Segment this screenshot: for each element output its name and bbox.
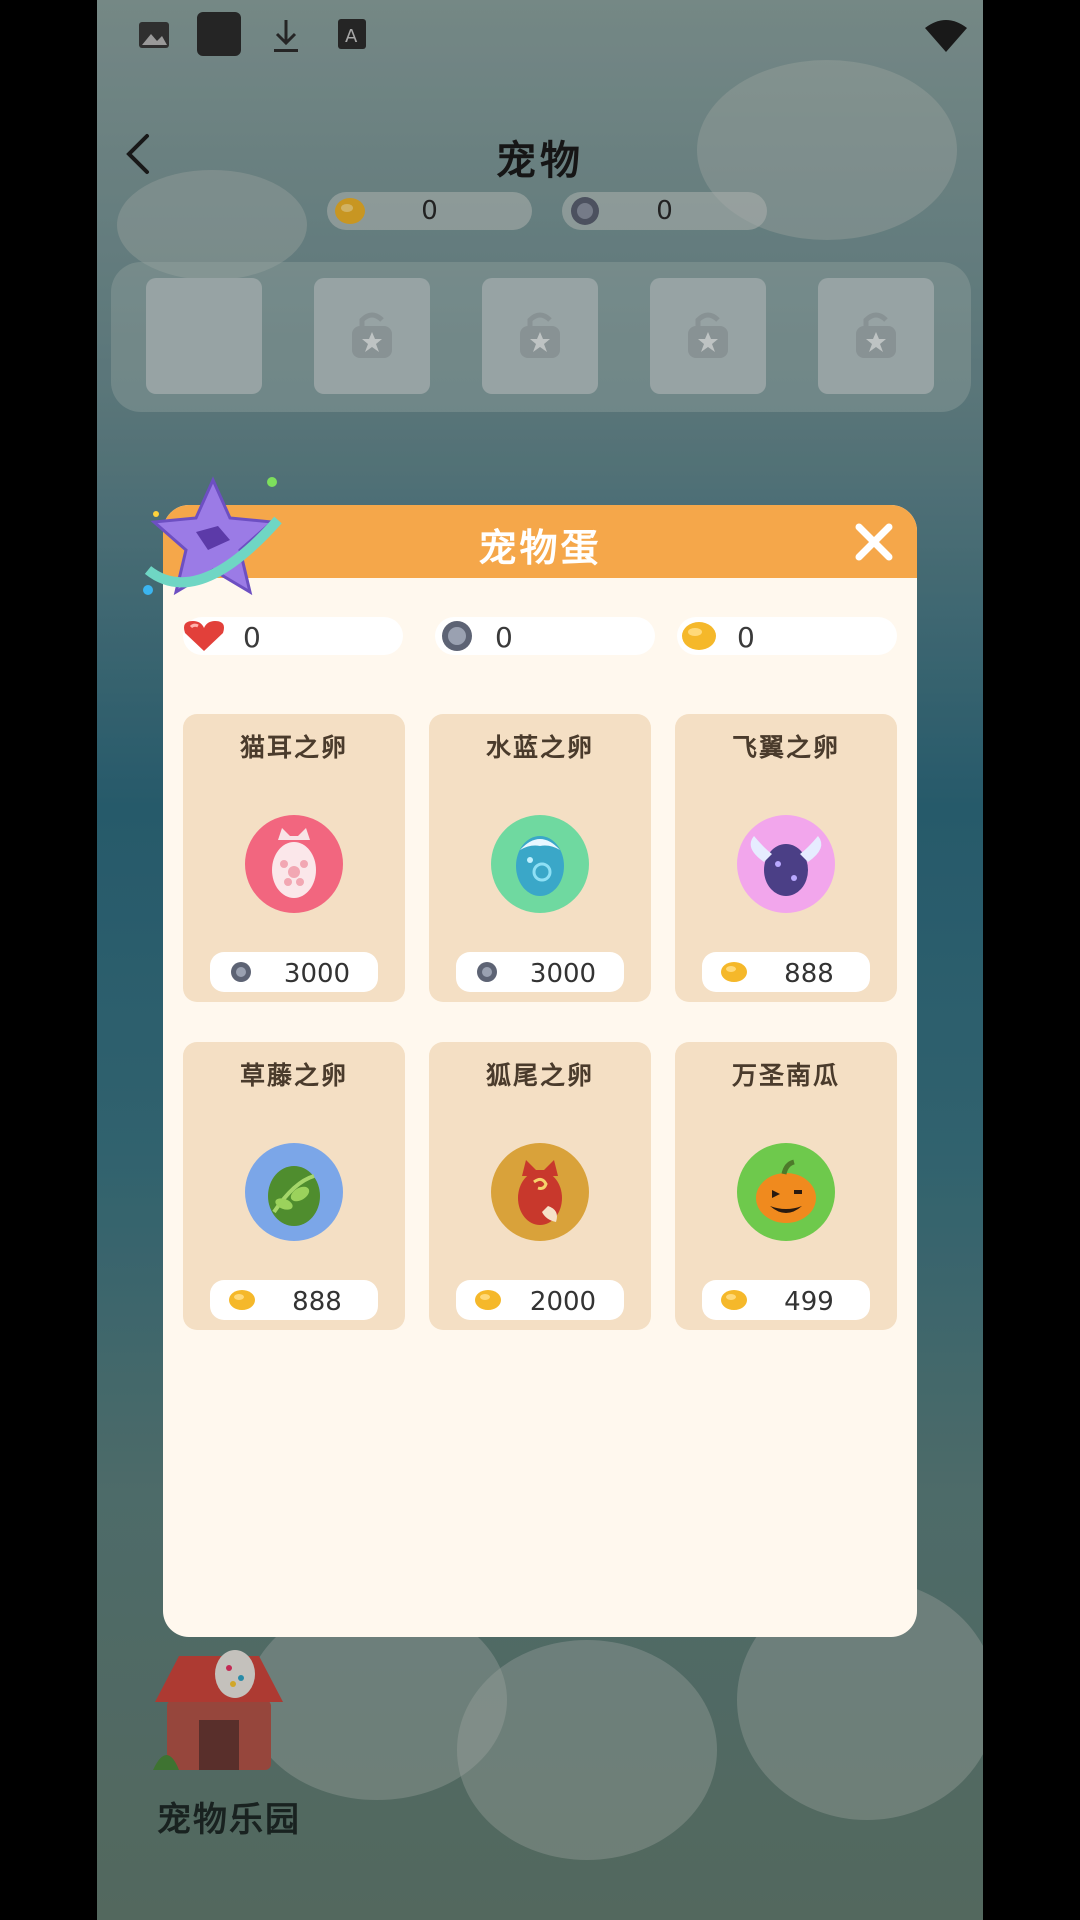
- egg-name: 水蓝之卵: [485, 733, 594, 762]
- price-pill: 3000: [210, 952, 378, 992]
- egg-price: 2000: [529, 1287, 597, 1317]
- price-pill: 499: [702, 1280, 870, 1320]
- fox-tail-egg-icon: [491, 1143, 589, 1241]
- egg-name: 狐尾之卵: [485, 1061, 594, 1090]
- gold-bean-dialog-balance: 0: [677, 617, 897, 655]
- egg-price: 3000: [283, 959, 351, 989]
- heart-value: 0: [243, 621, 261, 654]
- gold-bean-icon: [229, 1290, 255, 1310]
- dialog-balances: 0 0 0: [163, 617, 917, 657]
- egg-name: 飞翼之卵: [731, 733, 840, 762]
- gold-bean-icon: [682, 622, 716, 650]
- egg-name: 草藤之卵: [239, 1061, 348, 1090]
- egg-name: 万圣南瓜: [731, 1061, 840, 1090]
- silver-coin-icon: [231, 962, 251, 982]
- silver-coin-icon: [442, 621, 472, 651]
- egg-card[interactable]: 狐尾之卵 2000: [429, 1042, 651, 1330]
- egg-price: 3000: [529, 959, 597, 989]
- gold-bean-icon: [721, 962, 747, 982]
- heart-icon: [184, 621, 224, 651]
- gold-bean-dialog-value: 0: [737, 621, 755, 654]
- egg-card[interactable]: 猫耳之卵 3000: [183, 714, 405, 1002]
- silver-coin-dialog-balance: 0: [435, 617, 655, 655]
- egg-price: 888: [292, 1287, 342, 1317]
- pumpkin-icon: [737, 1143, 835, 1241]
- gold-bean-icon: [721, 1290, 747, 1310]
- egg-price: 888: [784, 959, 834, 989]
- water-blue-egg-icon: [491, 815, 589, 913]
- price-pill: 888: [702, 952, 870, 992]
- egg-card[interactable]: 万圣南瓜 499: [675, 1042, 897, 1330]
- close-icon[interactable]: [849, 517, 899, 567]
- price-pill: 2000: [456, 1280, 624, 1320]
- egg-card[interactable]: 草藤之卵 888: [183, 1042, 405, 1330]
- vine-egg-icon: [245, 1143, 343, 1241]
- star-badge-icon: [143, 476, 282, 596]
- egg-card[interactable]: 飞翼之卵 888: [675, 714, 897, 1002]
- price-pill: 888: [210, 1280, 378, 1320]
- pet-egg-dialog: 宠物蛋 0 0 0 猫耳之卵 3000 水蓝之卵 3000 飞翼之卵 888 草…: [163, 505, 917, 1637]
- silver-coin-icon: [477, 962, 497, 982]
- heart-balance: 0: [183, 617, 403, 655]
- egg-price: 499: [784, 1287, 834, 1317]
- egg-name: 猫耳之卵: [239, 733, 348, 762]
- price-pill: 3000: [456, 952, 624, 992]
- cat-ear-egg-icon: [245, 815, 343, 913]
- silver-coin-dialog-value: 0: [495, 621, 513, 654]
- gold-bean-icon: [475, 1290, 501, 1310]
- winged-egg-icon: [737, 815, 835, 913]
- egg-card[interactable]: 水蓝之卵 3000: [429, 714, 651, 1002]
